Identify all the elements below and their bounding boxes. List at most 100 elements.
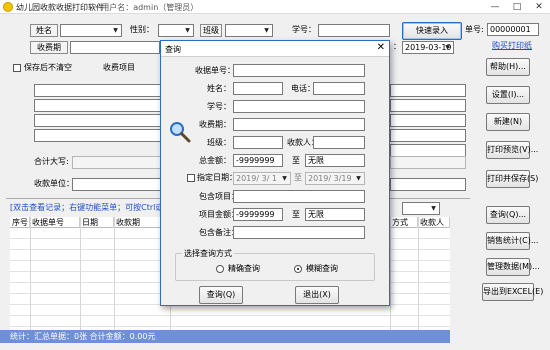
total-amount-label: 总金额：: [199, 156, 231, 165]
export-excel-button[interactable]: 导出到EXCEL(E): [482, 283, 543, 301]
fee-item-row[interactable]: [34, 84, 164, 97]
dialog-title: 查询: [165, 45, 181, 54]
date-from-picker[interactable]: 2019/ 3/ 1 ▼: [233, 172, 291, 185]
fee-item-row[interactable]: [34, 129, 164, 142]
fee-item-header: 收费项目: [103, 63, 135, 72]
chevron-down-icon: ▼: [282, 175, 287, 182]
fee-period-label: 收费期：: [199, 120, 231, 129]
date-picker[interactable]: 2019-03-19 ▼: [402, 41, 454, 54]
name-select[interactable]: ▼: [60, 24, 122, 37]
phone-label: 电话：: [291, 84, 315, 93]
fee-period-input[interactable]: [70, 41, 160, 54]
col-seq[interactable]: 序号: [10, 217, 30, 228]
grid-divider: [80, 217, 81, 330]
save-not-clear-label: 保存后不清空: [24, 63, 72, 72]
total-upper-label: 合计大写:: [34, 157, 69, 166]
fee-period-input[interactable]: [233, 118, 365, 131]
package-note-input[interactable]: [233, 226, 365, 239]
exact-query-radio[interactable]: [216, 265, 224, 273]
chevron-down-icon: ▼: [264, 27, 269, 34]
payer-extra-input[interactable]: [390, 178, 466, 191]
date-to-value: 2019/ 3/19: [308, 174, 352, 183]
date-from-value: 2019/ 3/ 1: [236, 174, 278, 183]
save-not-clear-checkbox[interactable]: [13, 64, 21, 72]
print-preview-button[interactable]: 打印预览(V)...: [486, 141, 538, 159]
fuzzy-query-radio[interactable]: [294, 265, 302, 273]
specify-date-label: 指定日期：: [197, 173, 237, 182]
sales-stats-button[interactable]: 销售统计(C)...: [486, 232, 538, 250]
item-to-label: 至: [292, 210, 300, 219]
query-button[interactable]: 查询(Q)...: [486, 206, 530, 224]
chevron-down-icon: ▼: [356, 175, 361, 182]
fuzzy-query-label: 模糊查询: [306, 264, 338, 273]
maximize-button[interactable]: □: [506, 0, 528, 14]
total-min-input[interactable]: -9999999: [233, 154, 283, 167]
buy-paper-link[interactable]: 购买打印纸: [492, 40, 532, 52]
status-bar: 统计：汇总单据：0张 合计金额：0.00元: [0, 330, 450, 343]
col-method[interactable]: 方式: [390, 217, 418, 228]
title-bar: 幼儿园收款收据打印软件 --- 用户名：admin（管理员） — □ ✕: [0, 0, 550, 14]
help-button[interactable]: 帮助(H)...: [486, 58, 530, 76]
payee-input[interactable]: [313, 136, 365, 149]
class-label: 班级：: [207, 138, 231, 147]
fee-item-amount[interactable]: [390, 129, 466, 142]
print-save-button[interactable]: 打印并保存(S): [486, 170, 538, 188]
col-receipt-no[interactable]: 收据单号: [30, 217, 80, 228]
specify-date-checkbox[interactable]: [187, 174, 195, 182]
quick-entry-button[interactable]: 快速录入: [402, 22, 462, 40]
app-logo-icon: [3, 2, 13, 12]
filter-select[interactable]: ▼: [402, 202, 440, 215]
doc-no-label: 单号:: [465, 25, 484, 34]
to-label: 至: [292, 156, 300, 165]
date-colon: ：: [393, 42, 401, 51]
chevron-down-icon: ▼: [445, 44, 450, 51]
dialog-title-bar: 查询 ✕: [161, 41, 389, 57]
student-no-input[interactable]: [318, 24, 390, 37]
fee-item-amount[interactable]: [390, 99, 466, 112]
item-min-input[interactable]: -9999999: [233, 208, 283, 221]
doc-no-input[interactable]: 00000001: [487, 23, 539, 36]
dialog-close-icon[interactable]: ✕: [377, 42, 385, 53]
class-select[interactable]: ▼: [225, 24, 273, 37]
chevron-down-icon: ▼: [113, 27, 118, 34]
dialog-query-button[interactable]: 查询(Q): [199, 286, 243, 304]
dialog-exit-button[interactable]: 退出(X): [295, 286, 339, 304]
fee-item-amount[interactable]: [390, 114, 466, 127]
col-date[interactable]: 日期: [80, 217, 114, 228]
receipt-no-label: 收据单号：: [195, 66, 235, 75]
grid-divider: [114, 217, 115, 330]
gender-label: 性别：: [130, 25, 154, 34]
name-label: 姓名：: [207, 84, 231, 93]
student-no-input[interactable]: [233, 100, 365, 113]
payer-unit-input[interactable]: [72, 178, 162, 191]
exact-query-label: 精确查询: [228, 264, 260, 273]
student-no-label: 学号：: [292, 25, 316, 34]
class-input[interactable]: [233, 136, 283, 149]
query-dialog: 查询 ✕ 收据单号： 姓名： 电话： 学号： 收费期： 班级： 收款人： 总金额…: [160, 40, 390, 306]
receipt-no-input[interactable]: [233, 64, 365, 77]
chevron-down-icon: ▼: [431, 205, 436, 212]
total-max-input[interactable]: 无限: [305, 154, 365, 167]
phone-input[interactable]: [313, 82, 365, 95]
fee-item-amount[interactable]: [390, 84, 466, 97]
package-item-input[interactable]: [233, 190, 365, 203]
payer-unit-label: 收款单位：: [34, 179, 74, 188]
settings-button[interactable]: 设置(I)...: [486, 86, 530, 104]
gender-select[interactable]: ▼: [158, 24, 194, 37]
total-amount-value: [390, 156, 466, 169]
fee-item-row[interactable]: [34, 99, 164, 112]
new-button[interactable]: 新建(N): [486, 113, 530, 131]
user-info: --- 用户名：admin（管理员）: [90, 3, 199, 12]
minimize-button[interactable]: —: [484, 0, 506, 14]
col-payee[interactable]: 收款人: [418, 217, 450, 228]
date-to-picker[interactable]: 2019/ 3/19 ▼: [305, 172, 365, 185]
grid-divider: [390, 217, 391, 330]
fee-item-row[interactable]: [34, 114, 164, 127]
grid-divider: [30, 217, 31, 330]
close-button[interactable]: ✕: [528, 0, 550, 14]
name-input[interactable]: [233, 82, 283, 95]
manage-data-button[interactable]: 管理数据(M)...: [486, 258, 540, 276]
date-to-label: 至: [294, 173, 302, 182]
grid-divider: [418, 217, 419, 330]
item-max-input[interactable]: 无限: [305, 208, 365, 221]
